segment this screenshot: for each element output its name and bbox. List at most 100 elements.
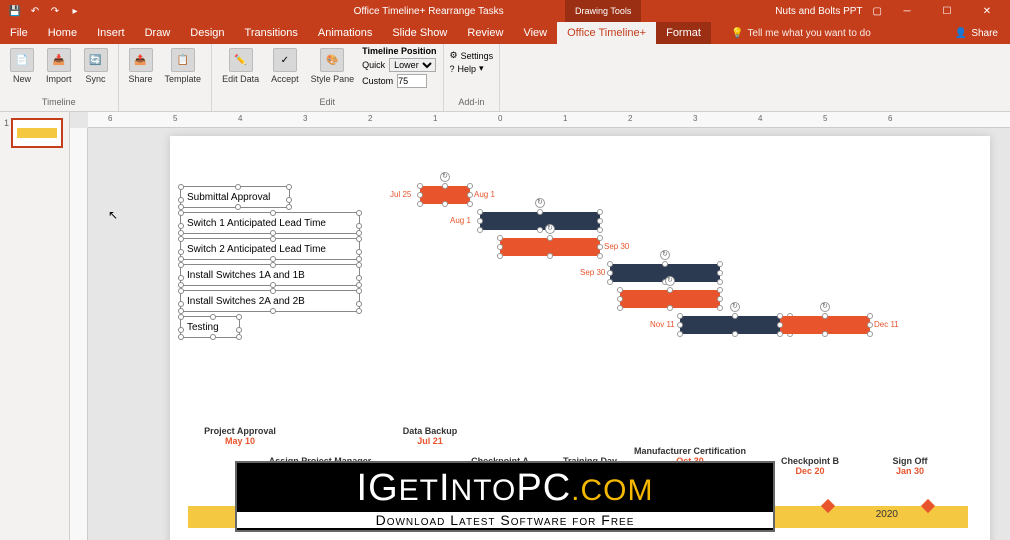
selection-handle[interactable] [356, 275, 362, 281]
selection-handle[interactable] [178, 327, 184, 333]
selection-handle[interactable] [677, 322, 683, 328]
selection-handle[interactable] [178, 184, 184, 190]
selection-handle[interactable] [178, 210, 184, 216]
selection-handle[interactable] [356, 210, 362, 216]
accept-button[interactable]: ✓Accept [267, 46, 303, 86]
selection-handle[interactable] [270, 308, 276, 314]
selection-handle[interactable] [607, 279, 613, 285]
edit-data-button[interactable]: ✏️Edit Data [218, 46, 263, 86]
tab-transitions[interactable]: Transitions [235, 22, 308, 44]
selection-handle[interactable] [677, 331, 683, 337]
rotate-handle-icon[interactable] [545, 224, 555, 234]
selection-handle[interactable] [467, 201, 473, 207]
milestone-label[interactable]: Sign OffJan 30 [893, 456, 928, 476]
template-button[interactable]: 📋Template [161, 46, 206, 86]
selection-handle[interactable] [717, 296, 723, 302]
selection-handle[interactable] [667, 305, 673, 311]
selection-handle[interactable] [822, 313, 828, 319]
rotate-handle-icon[interactable] [665, 276, 675, 286]
tab-slideshow[interactable]: Slide Show [382, 22, 457, 44]
selection-handle[interactable] [597, 235, 603, 241]
selection-handle[interactable] [235, 204, 241, 210]
selection-handle[interactable] [597, 227, 603, 233]
tab-draw[interactable]: Draw [135, 22, 181, 44]
selection-handle[interactable] [867, 313, 873, 319]
selection-handle[interactable] [497, 253, 503, 259]
selection-handle[interactable] [662, 261, 668, 267]
rotate-handle-icon[interactable] [660, 250, 670, 260]
selection-handle[interactable] [210, 314, 216, 320]
selection-handle[interactable] [356, 301, 362, 307]
task-box[interactable]: Install Switches 1A and 1B [180, 264, 360, 286]
qat-save-icon[interactable]: 💾 [8, 4, 22, 18]
tab-office-timeline[interactable]: Office Timeline+ [557, 22, 656, 44]
gantt-bar[interactable]: Nov 11 [680, 316, 790, 334]
share-timeline-button[interactable]: 📤Share [125, 46, 157, 86]
selection-handle[interactable] [497, 235, 503, 241]
selection-handle[interactable] [356, 223, 362, 229]
selection-handle[interactable] [822, 331, 828, 337]
gantt-bar[interactable]: Aug 1 [480, 212, 600, 230]
selection-handle[interactable] [617, 305, 623, 311]
gantt-bar[interactable] [620, 290, 720, 308]
selection-handle[interactable] [356, 249, 362, 255]
selection-handle[interactable] [467, 192, 473, 198]
gantt-bar[interactable]: Jul 25Aug 1 [420, 186, 470, 204]
gantt-bar[interactable]: Sep 30 [500, 238, 600, 256]
task-box[interactable]: Submittal Approval [180, 186, 290, 208]
custom-input[interactable] [397, 74, 427, 88]
qat-undo-icon[interactable]: ↶ [28, 4, 42, 18]
tab-file[interactable]: File [0, 22, 38, 44]
task-box[interactable]: Testing [180, 316, 240, 338]
selection-handle[interactable] [286, 204, 292, 210]
selection-handle[interactable] [497, 244, 503, 250]
selection-handle[interactable] [597, 218, 603, 224]
selection-handle[interactable] [717, 287, 723, 293]
selection-handle[interactable] [442, 201, 448, 207]
help-button[interactable]: ?Help▾ [450, 63, 494, 74]
selection-handle[interactable] [677, 313, 683, 319]
account-icon[interactable]: ▢ [873, 6, 882, 17]
selection-handle[interactable] [617, 287, 623, 293]
selection-handle[interactable] [537, 227, 543, 233]
selection-handle[interactable] [867, 322, 873, 328]
selection-handle[interactable] [270, 236, 276, 242]
selection-handle[interactable] [607, 270, 613, 276]
sync-button[interactable]: 🔄Sync [80, 46, 112, 86]
selection-handle[interactable] [236, 334, 242, 340]
tab-design[interactable]: Design [180, 22, 234, 44]
selection-handle[interactable] [286, 184, 292, 190]
selection-handle[interactable] [717, 270, 723, 276]
selection-handle[interactable] [286, 197, 292, 203]
selection-handle[interactable] [417, 192, 423, 198]
gantt-bar[interactable]: Dec 11 [780, 316, 870, 334]
selection-handle[interactable] [717, 305, 723, 311]
selection-handle[interactable] [597, 253, 603, 259]
selection-handle[interactable] [178, 197, 184, 203]
selection-handle[interactable] [178, 223, 184, 229]
selection-handle[interactable] [178, 249, 184, 255]
selection-handle[interactable] [235, 184, 241, 190]
selection-handle[interactable] [477, 227, 483, 233]
selection-handle[interactable] [356, 262, 362, 268]
selection-handle[interactable] [178, 262, 184, 268]
new-button[interactable]: 📄New [6, 46, 38, 86]
selection-handle[interactable] [717, 261, 723, 267]
task-box[interactable]: Switch 2 Anticipated Lead Time [180, 238, 360, 260]
selection-handle[interactable] [732, 313, 738, 319]
settings-button[interactable]: ⚙Settings [450, 50, 494, 61]
selection-handle[interactable] [270, 262, 276, 268]
selection-handle[interactable] [607, 261, 613, 267]
selection-handle[interactable] [442, 183, 448, 189]
selection-handle[interactable] [547, 253, 553, 259]
selection-handle[interactable] [178, 236, 184, 242]
rotate-handle-icon[interactable] [730, 302, 740, 312]
tab-animations[interactable]: Animations [308, 22, 382, 44]
selection-handle[interactable] [777, 313, 783, 319]
selection-handle[interactable] [732, 331, 738, 337]
milestone-label[interactable]: Project ApprovalMay 10 [204, 426, 276, 446]
selection-handle[interactable] [417, 201, 423, 207]
selection-handle[interactable] [178, 288, 184, 294]
selection-handle[interactable] [178, 334, 184, 340]
import-button[interactable]: 📥Import [42, 46, 76, 86]
